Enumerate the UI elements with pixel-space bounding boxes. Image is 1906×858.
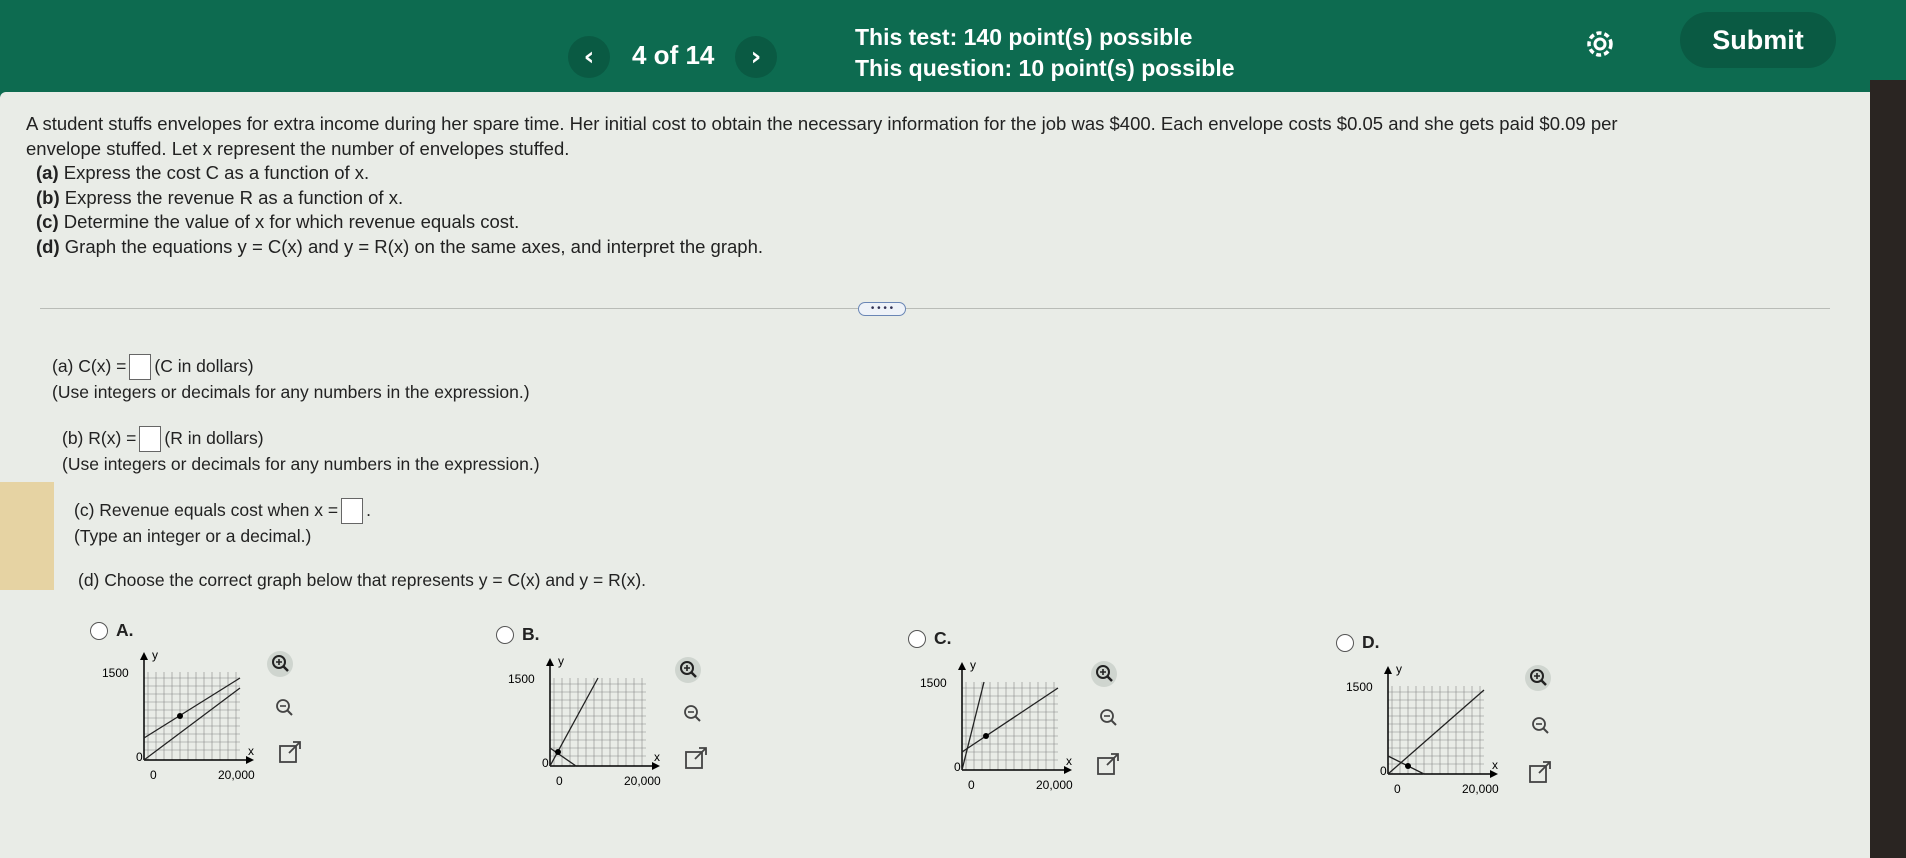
- option-d-radio[interactable]: [1336, 633, 1354, 652]
- divider: [40, 308, 1830, 309]
- graph-c-ytick: 1500: [920, 676, 947, 690]
- zoom-out-icon[interactable]: [270, 694, 298, 722]
- graph-c-ylabel: y: [970, 658, 976, 672]
- graph-b-ytick: 1500: [508, 672, 535, 686]
- graph-b: 1500 y 0 0 20,000 x: [506, 654, 666, 799]
- graph-d-ylabel: y: [1396, 662, 1402, 676]
- question-line-2: envelope stuffed. Let x represent the nu…: [26, 137, 570, 159]
- submit-button[interactable]: Submit: [1680, 12, 1836, 68]
- option-b-radio[interactable]: [496, 625, 514, 644]
- graph-c: 1500 y 0 0 20,000 x: [918, 658, 1078, 803]
- answer-c-input[interactable]: [341, 498, 364, 525]
- chevron-right-icon: ›: [750, 42, 762, 72]
- graph-a-xlabel: x: [248, 744, 254, 758]
- graph-b-xtick: 20,000: [624, 774, 661, 788]
- screen-edge: [1870, 80, 1906, 858]
- graph-d-x0: 0: [1394, 782, 1401, 796]
- graph-d: 1500 y 0 0 20,000 x: [1344, 662, 1504, 807]
- answer-c: (c) Revenue equals cost when x =. (Type …: [74, 498, 371, 547]
- part-a-prompt: (a) Express the cost C as a function of …: [36, 162, 370, 183]
- graph-d-xlabel: x: [1492, 758, 1498, 772]
- graph-b-x0: 0: [556, 774, 563, 788]
- expand-more-button[interactable]: • • • •: [858, 302, 906, 316]
- answer-b-hint: (Use integers or decimals for any number…: [62, 454, 540, 475]
- zoom-in-icon[interactable]: [1524, 664, 1552, 692]
- graph-c-xtick: 20,000: [1036, 778, 1073, 792]
- open-graph-icon[interactable]: [682, 744, 710, 772]
- zoom-in-icon[interactable]: [266, 650, 294, 678]
- open-graph-icon[interactable]: [1094, 750, 1122, 778]
- open-graph-icon[interactable]: [276, 738, 304, 766]
- answer-a-hint: (Use integers or decimals for any number…: [52, 382, 530, 403]
- option-c-radio[interactable]: [908, 629, 926, 648]
- part-b-prompt: (b) Express the revenue R as a function …: [36, 186, 404, 208]
- part-d-prompt: (d) Graph the equations y = C(x) and y =…: [36, 235, 764, 257]
- answer-a: (a) C(x) = (C in dollars) (Use integers o…: [52, 354, 530, 403]
- test-points: This test: 140 point(s) possible: [855, 24, 1193, 50]
- graph-a-ytick: 1500: [102, 666, 129, 680]
- graph-d-xtick: 20,000: [1462, 782, 1499, 796]
- graph-a-xtick: 20,000: [218, 768, 255, 782]
- option-a-radio[interactable]: [90, 621, 108, 640]
- zoom-in-icon[interactable]: [674, 656, 702, 684]
- graph-c-x0: 0: [968, 778, 975, 792]
- graph-a-ylabel: y: [152, 648, 158, 662]
- answer-c-hint: (Type an integer or a decimal.): [74, 526, 312, 547]
- open-graph-icon[interactable]: [1526, 758, 1554, 786]
- part-c-prompt: (c) Determine the value of x for which r…: [36, 211, 520, 232]
- graph-a: 1500 y 0 0 20,000 x: [100, 648, 260, 793]
- answer-a-input[interactable]: [129, 354, 152, 381]
- option-c[interactable]: C.: [908, 628, 952, 649]
- graph-c-y0: 0: [954, 760, 961, 774]
- previous-question-button[interactable]: ‹: [568, 36, 610, 78]
- graph-d-y0: 0: [1380, 764, 1387, 778]
- zoom-out-icon[interactable]: [678, 700, 706, 728]
- zoom-out-icon[interactable]: [1094, 704, 1122, 732]
- next-question-button[interactable]: ›: [735, 36, 777, 78]
- graph-c-xlabel: x: [1066, 754, 1072, 768]
- option-d[interactable]: D.: [1336, 632, 1380, 653]
- points-info: This test: 140 point(s) possible This qu…: [855, 22, 1235, 84]
- answer-b: (b) R(x) = (R in dollars) (Use integers o…: [62, 426, 540, 475]
- question-text: A student stuffs envelopes for extra inc…: [26, 112, 1816, 259]
- option-a[interactable]: A.: [90, 620, 134, 641]
- graph-b-y0: 0: [542, 756, 549, 770]
- side-strip: [0, 482, 54, 590]
- top-bar: ‹ 4 of 14 › This test: 140 point(s) poss…: [0, 0, 1906, 104]
- zoom-out-icon[interactable]: [1526, 712, 1554, 740]
- option-b[interactable]: B.: [496, 624, 540, 645]
- chevron-left-icon: ‹: [583, 42, 595, 72]
- settings-gear-icon[interactable]: [1582, 26, 1618, 62]
- zoom-in-icon[interactable]: [1090, 660, 1118, 688]
- graph-a-y0: 0: [136, 750, 143, 764]
- graph-a-x0: 0: [150, 768, 157, 782]
- answer-b-input[interactable]: [139, 426, 162, 453]
- question-points: This question: 10 point(s) possible: [855, 55, 1235, 81]
- question-counter: 4 of 14: [632, 40, 715, 70]
- graph-b-ylabel: y: [558, 654, 564, 668]
- question-line-1: A student stuffs envelopes for extra inc…: [26, 113, 1618, 134]
- answer-d-prompt: (d) Choose the correct graph below that …: [78, 570, 647, 590]
- graph-d-ytick: 1500: [1346, 680, 1373, 694]
- graph-b-xlabel: x: [654, 750, 660, 764]
